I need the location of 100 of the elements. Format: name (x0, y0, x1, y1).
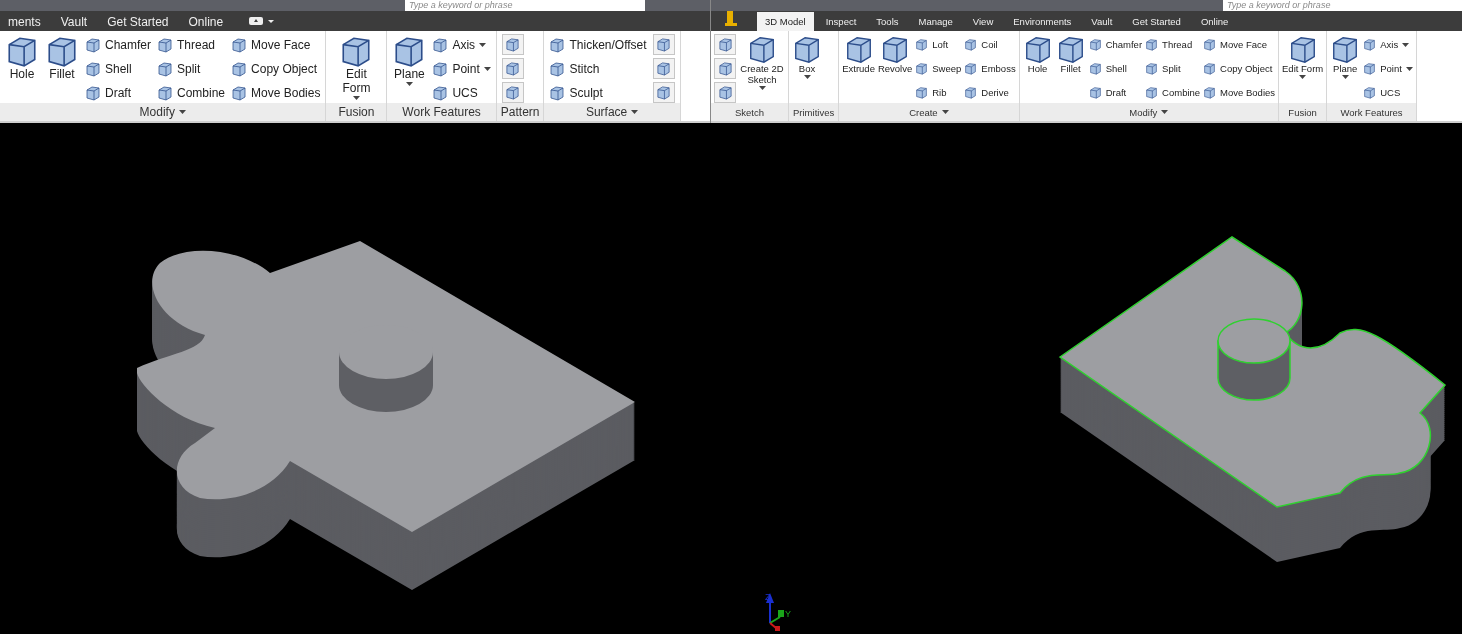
tool-button[interactable]: Move Bodies (1203, 82, 1276, 103)
panel-label[interactable]: Modify (1019, 103, 1279, 121)
tool-button[interactable]: Hole (1022, 34, 1053, 75)
tool-button[interactable]: Thread (157, 34, 226, 55)
cube-icon (505, 85, 521, 100)
tool-button[interactable]: Shell (1088, 58, 1143, 79)
tool-button[interactable] (714, 58, 736, 79)
panel-label[interactable]: Pattern (496, 103, 544, 121)
panel-label[interactable]: Work Features (387, 103, 496, 121)
tool-button[interactable]: Plane (392, 34, 427, 86)
tool-button[interactable] (501, 82, 524, 103)
tool-button[interactable] (652, 82, 675, 103)
cube-icon (85, 84, 101, 101)
tool-button[interactable]: UCS (432, 82, 491, 103)
panel-label[interactable]: Surface (544, 103, 680, 121)
tool-button[interactable]: Point (432, 58, 491, 79)
tool-button[interactable]: UCS (1363, 82, 1413, 103)
tool-button[interactable]: Rib (915, 82, 962, 103)
ribbon-tab[interactable]: Vault (1083, 12, 1121, 31)
tool-button[interactable]: Derive (964, 82, 1016, 103)
tool-button[interactable]: Split (157, 58, 226, 79)
cube-icon (432, 36, 449, 53)
search-field[interactable]: Type a keyword or phrase (405, 0, 645, 11)
tool-button[interactable]: Draft (1088, 82, 1143, 103)
ribbon-tab[interactable]: Inspect (817, 12, 865, 31)
tool-button[interactable] (501, 58, 524, 79)
tool-button[interactable]: Combine (157, 82, 226, 103)
tool-button[interactable]: Coil (964, 34, 1016, 55)
cube-icon (1203, 86, 1217, 99)
tool-button[interactable]: Move Face (1203, 34, 1276, 55)
ribbon-toggle-icon[interactable] (249, 16, 276, 26)
tool-button[interactable]: Stitch (549, 58, 647, 79)
panel-label[interactable]: Fusion (326, 103, 387, 121)
ribbon-tab[interactable]: Get Started (1124, 12, 1189, 31)
ribbon-tab[interactable]: Online (1192, 12, 1237, 31)
caret-icon (803, 74, 811, 79)
tool-button[interactable]: Extrude (842, 34, 875, 75)
panel-label[interactable]: Modify (0, 103, 326, 121)
ribbon-tab[interactable]: Vault (52, 12, 96, 31)
tool-button[interactable]: Draft (85, 82, 151, 103)
tool-button[interactable]: Axis (432, 34, 491, 55)
panel-label[interactable]: Fusion (1279, 103, 1327, 121)
tool-button[interactable]: Fillet (1055, 34, 1086, 75)
tool-button[interactable] (501, 34, 524, 55)
cube-icon (915, 38, 929, 51)
tool-button[interactable]: Loft (915, 34, 962, 55)
caret-icon (405, 81, 413, 86)
tool-button[interactable]: Revolve (877, 34, 913, 75)
tool-button[interactable]: Create 2D Sketch (739, 34, 785, 90)
ribbon-tab[interactable]: Online (180, 12, 232, 31)
tool-button[interactable]: Copy Object (231, 58, 321, 79)
tool-button[interactable]: Hole (5, 34, 39, 82)
panel-label[interactable]: Work Features (1327, 103, 1416, 121)
cube-icon (915, 86, 929, 99)
tool-button[interactable]: Move Bodies (231, 82, 321, 103)
tool-button[interactable]: Chamfer (1088, 34, 1143, 55)
tool-button[interactable]: Axis (1363, 34, 1413, 55)
cube-icon (231, 60, 248, 77)
tool-button[interactable]: Point (1363, 58, 1413, 79)
ribbon-tab[interactable]: Manage (910, 12, 961, 31)
tool-button[interactable]: Thicken/Offset (549, 34, 647, 55)
caret-icon (941, 110, 949, 114)
caret-icon (758, 85, 766, 90)
tool-button[interactable] (714, 34, 736, 55)
cube-icon (157, 60, 173, 77)
tool-button[interactable]: Split (1145, 58, 1201, 79)
tool-button[interactable]: Sculpt (549, 82, 647, 103)
cube-icon (1088, 38, 1102, 51)
ribbon-tab[interactable]: Tools (868, 12, 907, 31)
tool-button[interactable]: Box (792, 34, 822, 79)
ribbon-tab[interactable]: 3D Model (757, 12, 814, 31)
tool-button[interactable]: Plane (1330, 34, 1361, 79)
tool-button[interactable]: Sweep (915, 58, 962, 79)
search-field[interactable]: Type a keyword or phrase (1223, 0, 1462, 11)
cube-icon (1363, 38, 1377, 51)
cube-icon (964, 62, 978, 75)
tool-button[interactable]: Chamfer (85, 34, 151, 55)
tool-button[interactable]: Edit Form (1282, 34, 1324, 79)
ribbon-tab[interactable]: ments (0, 12, 49, 31)
tool-button[interactable]: Thread (1145, 34, 1201, 55)
tool-button[interactable] (652, 58, 675, 79)
tool-button[interactable]: Shell (85, 58, 151, 79)
panel-label[interactable]: Primitives (789, 103, 839, 121)
ribbon-tab[interactable]: Get Started (99, 12, 177, 31)
ribbon-tab[interactable]: View (964, 12, 1002, 31)
tool-button[interactable]: Emboss (964, 58, 1016, 79)
tool-button[interactable]: Combine (1145, 82, 1201, 103)
panel-label[interactable]: Create (839, 103, 1019, 121)
tool-button[interactable] (652, 34, 675, 55)
tool-button[interactable]: Fillet (45, 34, 79, 82)
panel-label[interactable]: Sketch (711, 103, 788, 121)
cube-icon (549, 84, 566, 101)
tool-button[interactable]: Move Face (231, 34, 321, 55)
ribbon-tab[interactable]: Environments (1005, 12, 1080, 31)
cube-icon (432, 60, 449, 77)
tool-button[interactable]: Copy Object (1203, 58, 1276, 79)
axis-label: Y (785, 609, 791, 619)
tool-button[interactable] (714, 82, 736, 103)
tool-button[interactable]: Edit Form (331, 34, 382, 100)
caret-icon (1299, 74, 1307, 79)
